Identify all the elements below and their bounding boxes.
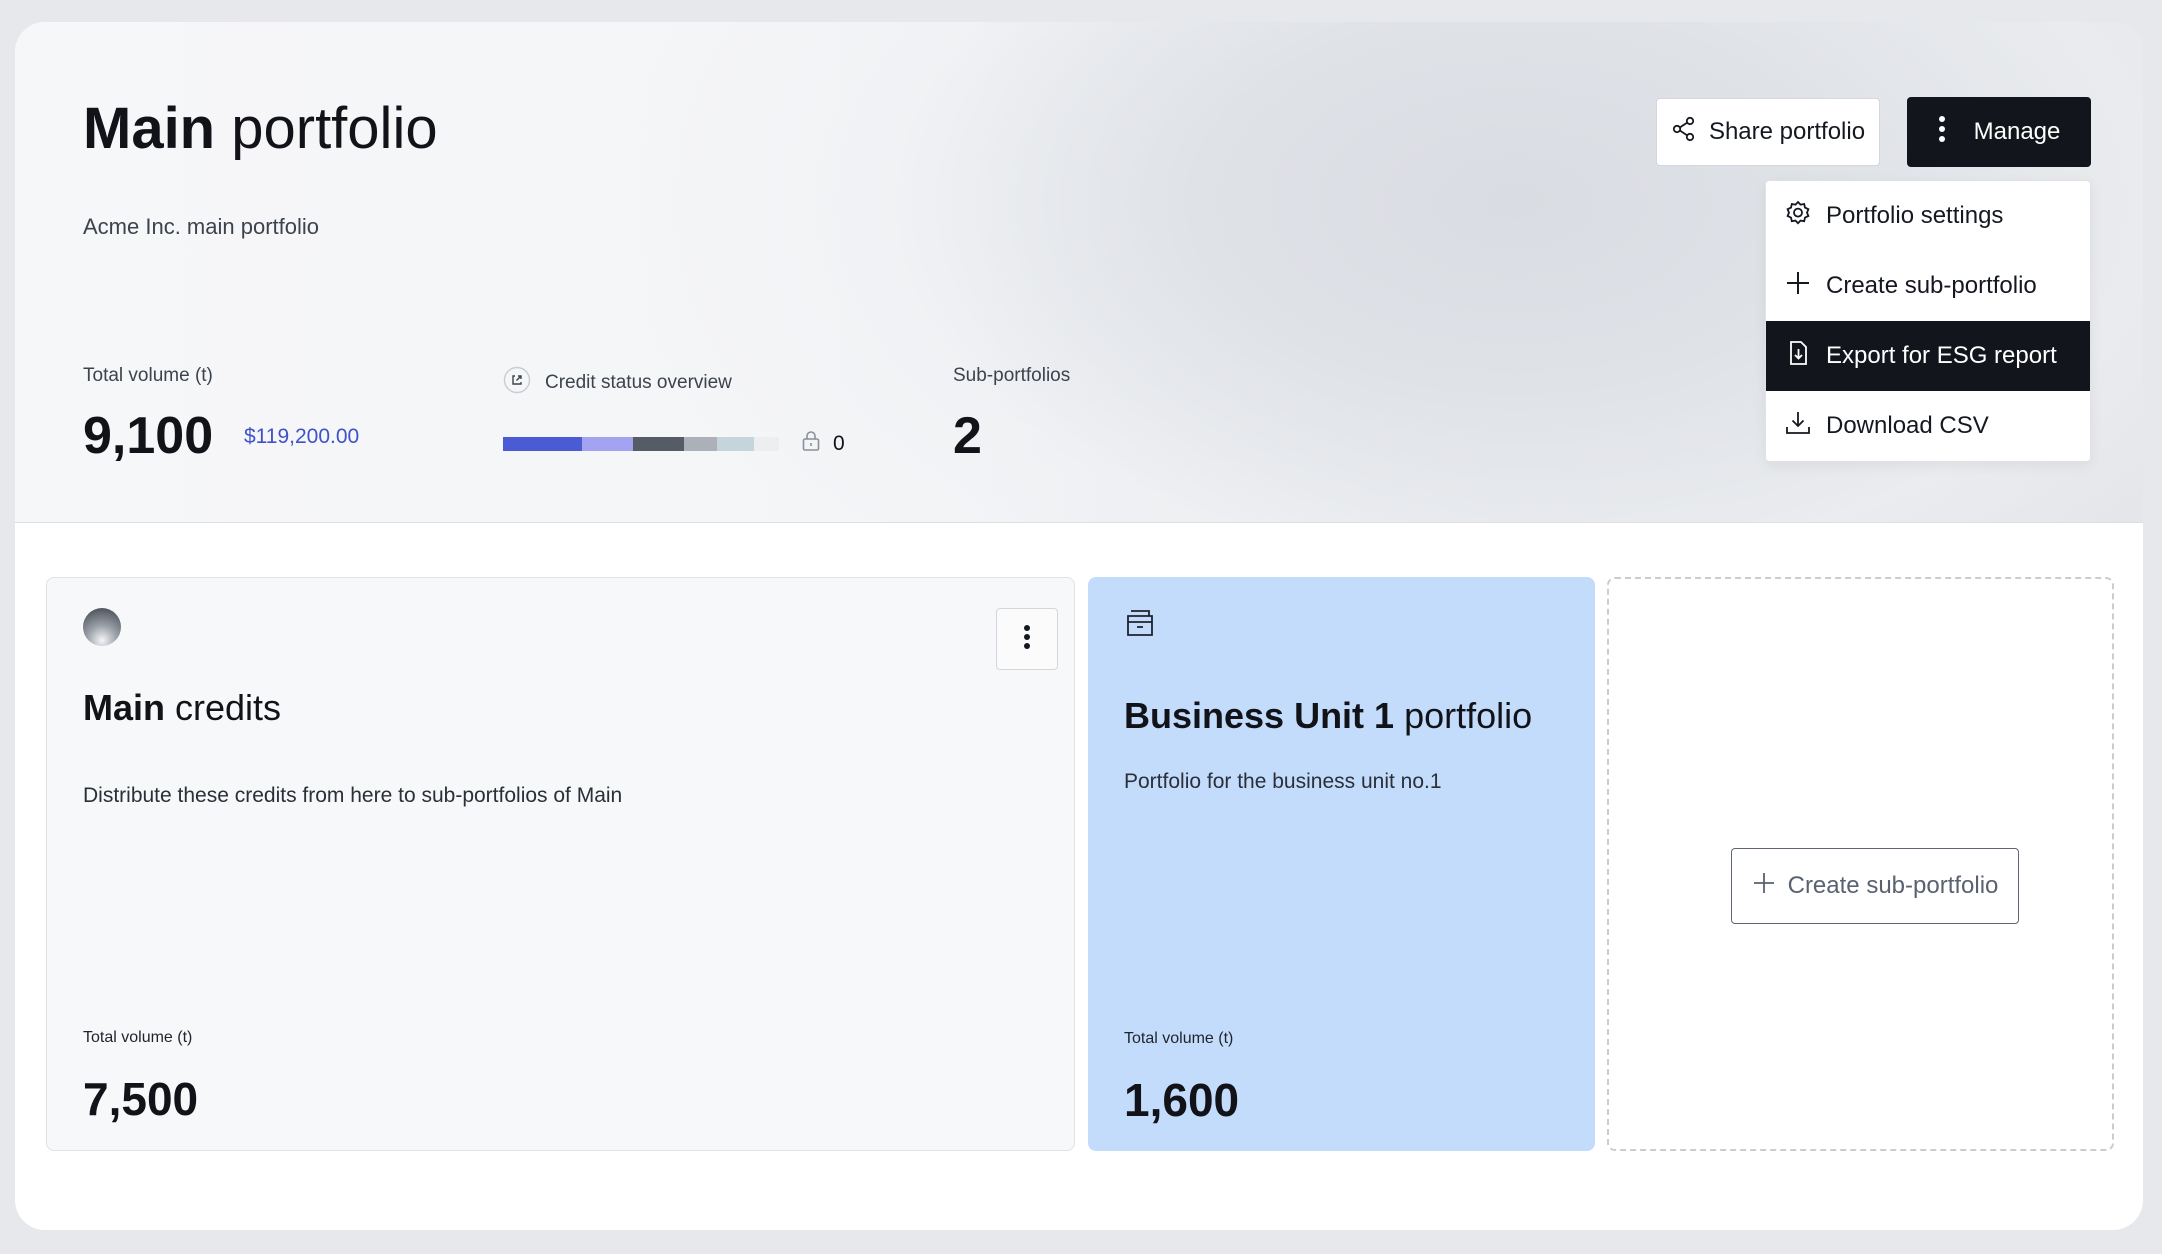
card-title: Business Unit 1 portfolio bbox=[1124, 695, 1533, 736]
portfolio-header: Main portfolio Acme Inc. main portfolio … bbox=[15, 22, 2143, 523]
card-description: Portfolio for the business unit no.1 bbox=[1124, 770, 1442, 793]
menu-item-create-sub-portfolio[interactable]: Create sub-portfolio bbox=[1766, 251, 2090, 321]
status-segment-3 bbox=[632, 437, 684, 451]
card-options-button[interactable] bbox=[996, 608, 1058, 670]
card-volume-label: Total volume (t) bbox=[83, 1029, 193, 1046]
locked-count: 0 bbox=[833, 432, 845, 455]
lock-icon bbox=[801, 430, 821, 458]
credit-status-header[interactable]: Credit status overview bbox=[503, 366, 732, 399]
status-segment-6 bbox=[754, 437, 779, 451]
file-download-icon bbox=[1784, 339, 1812, 374]
create-sub-portfolio-label: Create sub-portfolio bbox=[1787, 872, 1999, 899]
menu-item-label: Create sub-portfolio bbox=[1826, 272, 2037, 299]
app-shell: Main portfolio Acme Inc. main portfolio … bbox=[15, 22, 2143, 1230]
page-subtitle: Acme Inc. main portfolio bbox=[83, 214, 319, 239]
menu-item-label: Portfolio settings bbox=[1826, 202, 2004, 229]
kebab-icon bbox=[1938, 115, 1946, 150]
status-segment-2 bbox=[581, 437, 633, 451]
card-volume-label: Total volume (t) bbox=[1124, 1030, 1234, 1047]
business-unit-card[interactable]: Business Unit 1 portfolio Portfolio for … bbox=[1088, 577, 1595, 1151]
download-icon bbox=[1784, 409, 1812, 444]
gear-icon bbox=[1784, 199, 1812, 234]
status-segment-4 bbox=[683, 437, 717, 451]
menu-item-export-esg-report[interactable]: Export for ESG report bbox=[1766, 321, 2090, 391]
create-sub-portfolio-button[interactable]: Create sub-portfolio bbox=[1731, 848, 2019, 924]
sub-portfolios-count: 2 bbox=[953, 407, 982, 465]
share-portfolio-button[interactable]: Share portfolio bbox=[1656, 98, 1880, 166]
credit-status-label: Credit status overview bbox=[545, 371, 732, 393]
plus-icon bbox=[1752, 871, 1776, 902]
menu-item-download-csv[interactable]: Download CSV bbox=[1766, 391, 2090, 461]
credit-status-bar bbox=[503, 437, 779, 451]
avatar bbox=[83, 608, 121, 646]
external-link-icon bbox=[503, 366, 531, 399]
sub-portfolios-label: Sub-portfolios bbox=[953, 365, 1071, 386]
plus-icon bbox=[1784, 269, 1812, 304]
manage-button[interactable]: Manage bbox=[1907, 97, 2091, 167]
status-segment-5 bbox=[716, 437, 755, 451]
locked-credits: 0 bbox=[801, 430, 845, 458]
card-description: Distribute these credits from here to su… bbox=[83, 784, 623, 807]
kebab-icon bbox=[1023, 624, 1031, 655]
page-title: Main portfolio bbox=[83, 96, 438, 161]
total-volume-label: Total volume (t) bbox=[83, 365, 213, 386]
manage-label: Manage bbox=[1973, 118, 2061, 145]
card-title: Main credits bbox=[83, 687, 282, 728]
card-volume-value: 7,500 bbox=[83, 1073, 199, 1125]
folder-icon bbox=[1124, 607, 1156, 644]
share-portfolio-label: Share portfolio bbox=[1708, 118, 1866, 145]
total-volume-value: 9,100 bbox=[83, 407, 214, 465]
menu-item-portfolio-settings[interactable]: Portfolio settings bbox=[1766, 181, 2090, 251]
share-icon bbox=[1671, 116, 1697, 149]
card-volume-value: 1,600 bbox=[1124, 1074, 1240, 1126]
menu-item-label: Export for ESG report bbox=[1826, 342, 2057, 369]
total-value-price: $119,200.00 bbox=[244, 425, 360, 448]
status-segment-1 bbox=[503, 437, 582, 451]
manage-dropdown-menu: Portfolio settings Create sub-portfolio … bbox=[1765, 180, 2091, 462]
main-credits-card[interactable]: Main credits Distribute these credits fr… bbox=[46, 577, 1075, 1151]
menu-item-label: Download CSV bbox=[1826, 412, 1989, 439]
